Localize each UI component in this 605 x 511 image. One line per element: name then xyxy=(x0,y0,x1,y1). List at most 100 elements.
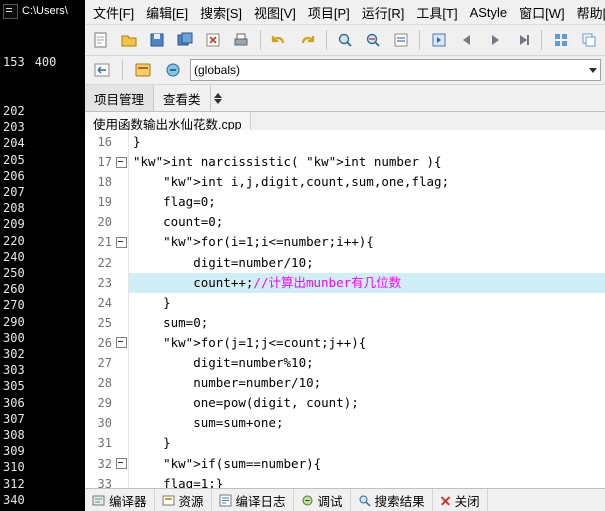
window-tile-button[interactable] xyxy=(548,27,573,53)
menu-item-5[interactable]: 运行[R] xyxy=(356,0,411,25)
left-tab-0[interactable]: 项目管理 xyxy=(85,85,155,111)
fold-collapse-icon[interactable] xyxy=(116,237,127,249)
close-icon xyxy=(440,495,451,506)
fold-marker[interactable] xyxy=(115,232,128,252)
fold-collapse-icon[interactable] xyxy=(116,337,127,349)
fold-marker[interactable] xyxy=(115,474,128,489)
fold-marker[interactable] xyxy=(115,192,128,212)
fold-marker[interactable] xyxy=(115,333,128,353)
scope-combo[interactable]: (globals) xyxy=(190,59,601,81)
code-line[interactable]: number=number/10; xyxy=(129,373,605,393)
find-button[interactable] xyxy=(333,27,358,53)
code-line[interactable]: digit=number%10; xyxy=(129,353,605,373)
menu-item-2[interactable]: 搜索[S] xyxy=(194,0,248,25)
save-all-icon xyxy=(177,32,193,46)
replace-icon xyxy=(366,33,380,47)
code-line[interactable]: count++;//计算出munber有几位数 xyxy=(129,272,605,293)
code-line[interactable]: "kw">for(j=1;j<=count;j++){ xyxy=(129,333,605,353)
fold-marker[interactable] xyxy=(115,273,128,293)
fold-marker[interactable] xyxy=(115,313,128,333)
close-file-button[interactable] xyxy=(201,27,226,53)
menu-item-1[interactable]: 编辑[E] xyxy=(140,0,194,25)
line-number: 26 xyxy=(97,335,112,350)
fold-collapse-icon[interactable] xyxy=(116,156,127,168)
tab-resources[interactable]: 资源 xyxy=(155,489,212,511)
fold-marker[interactable] xyxy=(115,132,128,152)
fold-collapse-icon[interactable] xyxy=(116,458,127,470)
code-area[interactable]: } "kw">int narcissistic( "kw">int number … xyxy=(129,130,605,489)
code-line[interactable]: "kw">int narcissistic( "kw">int number )… xyxy=(129,152,605,172)
tab-compiler[interactable]: 编译器 xyxy=(85,489,155,511)
code-line[interactable]: count=0; xyxy=(129,212,605,232)
bottom-tab-label: 关闭 xyxy=(454,494,480,509)
menu-item-8[interactable]: 窗口[W] xyxy=(513,0,571,25)
run-next-button[interactable] xyxy=(510,27,535,53)
open-file-button[interactable] xyxy=(117,27,142,53)
menu-item-6[interactable]: 工具[T] xyxy=(410,0,463,25)
fold-marker[interactable] xyxy=(115,373,128,393)
replace-button[interactable] xyxy=(360,27,385,53)
code-line[interactable]: one=pow(digit, count); xyxy=(129,393,605,413)
code-line[interactable]: sum=0; xyxy=(129,313,605,333)
console-line: 307 xyxy=(3,411,25,426)
code-line[interactable]: } xyxy=(129,433,605,453)
fold-marker[interactable] xyxy=(115,353,128,373)
new-file-button[interactable] xyxy=(89,27,114,53)
fold-marker[interactable] xyxy=(115,293,128,313)
menu-item-9[interactable]: 帮助[H] xyxy=(571,0,605,25)
fold-marker[interactable] xyxy=(115,172,128,192)
menu-item-4[interactable]: 项目[P] xyxy=(302,0,356,25)
code-line[interactable]: flag=1;} xyxy=(129,474,605,489)
function-browser-button[interactable] xyxy=(160,57,186,83)
goto-line-button[interactable] xyxy=(388,27,413,53)
fold-marker[interactable] xyxy=(115,212,128,232)
fold-marker[interactable] xyxy=(115,454,128,474)
code-line[interactable]: } xyxy=(129,293,605,313)
code-line[interactable]: sum=sum+one; xyxy=(129,413,605,433)
redo-button[interactable] xyxy=(295,27,320,53)
print-button[interactable] xyxy=(229,27,254,53)
save-all-button[interactable] xyxy=(173,27,198,53)
code-editor[interactable]: 1617181920212223242526272829303132333435… xyxy=(85,130,605,489)
tab-close[interactable]: 关闭 xyxy=(433,489,488,511)
code-folding-column[interactable] xyxy=(115,130,129,489)
line-number: 33 xyxy=(97,476,112,489)
tab-search-results[interactable]: 搜索结果 xyxy=(351,489,433,511)
code-line[interactable]: flag=0; xyxy=(129,192,605,212)
undo-button[interactable] xyxy=(267,27,292,53)
back-button[interactable] xyxy=(89,57,115,83)
left-tab-1[interactable]: 查看类 xyxy=(154,85,211,111)
run-prev-button[interactable] xyxy=(454,27,479,53)
left-panel-tabs: 项目管理 查看类 xyxy=(85,85,605,112)
tab-compile-log[interactable]: 编译日志 xyxy=(212,489,294,511)
menu-item-0[interactable]: 文件[F] xyxy=(87,0,140,25)
fold-marker[interactable] xyxy=(115,433,128,453)
fold-marker[interactable] xyxy=(115,413,128,433)
application-window: C:\Users\ 153 400 202 203 204 205 206 207 208 2… xyxy=(0,0,605,511)
scope-combo-value: (globals) xyxy=(194,63,241,77)
code-line[interactable]: "kw">int i,j,digit,count,sum,one,flag; xyxy=(129,172,605,192)
fold-marker[interactable] xyxy=(115,253,128,273)
chevron-down-icon[interactable] xyxy=(213,98,222,104)
code-line[interactable]: } xyxy=(129,132,605,152)
toolbar-separator xyxy=(259,30,261,50)
code-line[interactable]: "kw">if(sum==number){ xyxy=(129,454,605,474)
tab-debug[interactable]: 调试 xyxy=(294,489,351,511)
menu-item-3[interactable]: 视图[V] xyxy=(248,0,302,25)
window-cascade-button[interactable] xyxy=(576,27,601,53)
compile-button[interactable] xyxy=(426,27,451,53)
menu-item-7[interactable]: AStyle xyxy=(464,2,514,23)
fold-marker[interactable] xyxy=(115,393,128,413)
code-line[interactable]: "kw">for(i=1;i<=number;i++){ xyxy=(129,232,605,252)
tab-scroll-spinner[interactable] xyxy=(211,85,225,111)
class-browser-button[interactable] xyxy=(130,57,156,83)
run-button[interactable] xyxy=(482,27,507,53)
console-line: 202 xyxy=(3,104,25,119)
code-line[interactable]: digit=number/10; xyxy=(129,253,605,273)
console-line: 208 xyxy=(3,201,25,216)
print-icon xyxy=(234,33,248,46)
console-line: 270 xyxy=(3,298,25,313)
chevron-up-icon[interactable] xyxy=(213,92,222,98)
save-file-button[interactable] xyxy=(145,27,170,53)
fold-marker[interactable] xyxy=(115,152,128,172)
